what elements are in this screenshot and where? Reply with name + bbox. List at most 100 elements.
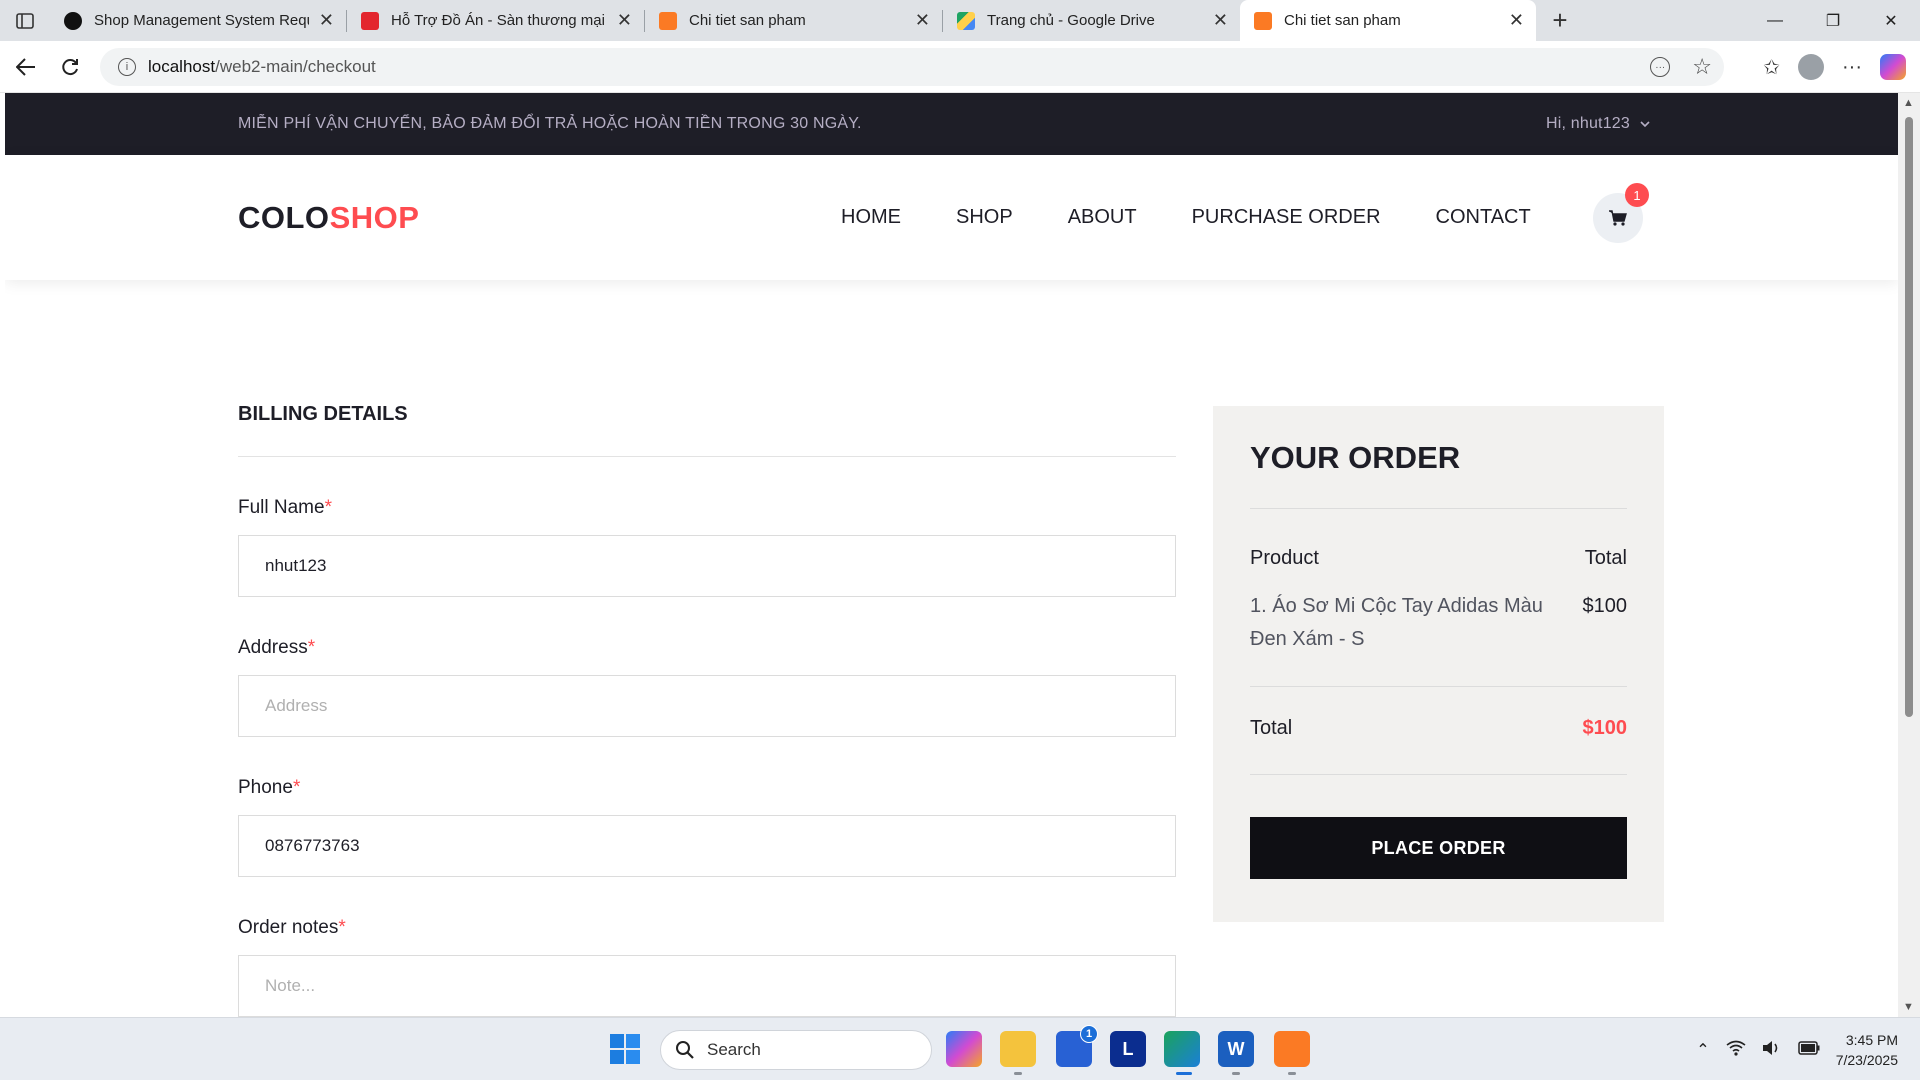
copilot-app-icon[interactable] (946, 1031, 982, 1067)
input-placeholder: Note... (265, 976, 316, 995)
shopping-cart-icon (1609, 210, 1627, 226)
edge-browser-icon[interactable] (1164, 1031, 1200, 1067)
nav-purchase-order[interactable]: PURCHASE ORDER (1192, 206, 1381, 229)
search-icon (676, 1041, 694, 1059)
order-notes-input[interactable]: Note... (238, 955, 1176, 1017)
volume-icon[interactable] (1762, 1040, 1782, 1060)
input-value: nhut123 (265, 556, 327, 575)
close-tab-icon[interactable]: ✕ (1213, 10, 1228, 31)
user-menu[interactable]: Hi, nhut123 (1546, 115, 1650, 133)
profile-avatar-icon[interactable] (1798, 54, 1825, 80)
url-path: /web2-main/checkout (215, 57, 376, 76)
order-notes-label: Order notes* (238, 917, 1176, 939)
logo-text-colo: COLO (238, 199, 330, 235)
scrollbar-thumb[interactable] (1905, 117, 1913, 717)
copilot-icon[interactable] (1880, 54, 1906, 80)
battery-icon[interactable] (1797, 1040, 1820, 1059)
browser-tab-active[interactable]: Chi tiet san pham ✕ (1240, 0, 1536, 41)
full-name-input[interactable]: nhut123 (238, 535, 1176, 597)
file-explorer-icon[interactable] (1000, 1031, 1036, 1067)
chevron-up-icon[interactable]: ⌃ (1696, 1040, 1709, 1060)
site-logo[interactable]: COLOSHOP (238, 200, 419, 236)
browser-tab[interactable]: Shop Management System Requi ✕ (50, 0, 346, 41)
reload-icon[interactable] (48, 47, 92, 87)
order-item-price: $100 (1582, 595, 1628, 617)
browser-tab[interactable]: Hỗ Trợ Đồ Án - Sàn thương mại b ✕ (347, 0, 644, 41)
browser-toolbar: i localhost/web2-main/checkout ··· ☆ ✩ ·… (0, 41, 1920, 93)
wifi-icon[interactable] (1726, 1040, 1746, 1060)
tab-favicon-icon (361, 11, 379, 30)
new-tab-icon[interactable]: + (1540, 5, 1580, 36)
input-placeholder: Address (265, 696, 328, 715)
place-order-button[interactable]: PLACE ORDER (1250, 817, 1627, 879)
restore-icon[interactable]: ❐ (1804, 0, 1862, 41)
logo-text-shop: SHOP (329, 199, 420, 235)
site-info-icon[interactable]: i (118, 58, 136, 76)
order-total-value: $100 (1582, 717, 1628, 739)
billing-title: BILLING DETAILS (238, 403, 1176, 457)
favorites-icon[interactable]: ✩ (1763, 55, 1780, 80)
tab-title: Hỗ Trợ Đồ Án - Sàn thương mại b (391, 12, 607, 29)
tab-title: Shop Management System Requi (94, 12, 309, 29)
address-bar[interactable]: i localhost/web2-main/checkout ··· ☆ (100, 48, 1724, 86)
clock-time: 3:45 PM (1845, 1031, 1898, 1048)
more-menu-icon[interactable]: ··· (1842, 56, 1862, 79)
order-title: YOUR ORDER (1250, 440, 1627, 509)
main-navigation: COLOSHOP HOME SHOP ABOUT PURCHASE ORDER … (5, 155, 1898, 280)
windows-start-icon[interactable] (610, 1034, 640, 1069)
xampp-icon[interactable] (1274, 1031, 1310, 1067)
l-app-label: L (1122, 1038, 1134, 1059)
browser-tab[interactable]: Chi tiet san pham ✕ (645, 0, 942, 41)
scroll-up-icon[interactable]: ▲ (1903, 97, 1914, 109)
close-tab-icon[interactable]: ✕ (319, 10, 334, 31)
address-label: Address* (238, 637, 1176, 659)
close-window-icon[interactable]: ✕ (1862, 0, 1920, 41)
google-drive-icon (957, 11, 975, 30)
cart-button[interactable]: 1 (1593, 183, 1649, 243)
order-item-row: 1. Áo Sơ Mi Cộc Tay Adidas Màu Đen Xám -… (1250, 590, 1627, 687)
microsoft-store-icon[interactable]: 1 (1056, 1025, 1098, 1067)
close-tab-icon[interactable]: ✕ (617, 10, 632, 31)
tab-favicon-icon (659, 11, 677, 30)
store-badge: 1 (1080, 1025, 1098, 1043)
tab-actions-icon[interactable] (0, 0, 50, 41)
nav-about[interactable]: ABOUT (1068, 206, 1137, 229)
billing-details-form: BILLING DETAILS Full Name* nhut123 Addre… (238, 403, 1176, 1017)
required-mark: * (324, 497, 332, 518)
order-header-row: Product Total (1250, 547, 1627, 570)
field-label-text: Order notes (238, 917, 339, 938)
nav-menu: HOME SHOP ABOUT PURCHASE ORDER CONTACT (841, 206, 1531, 229)
browser-tab-strip: Shop Management System Requi ✕ Hỗ Trợ Đồ… (0, 0, 1920, 41)
page-scrollbar[interactable]: ▲ ▼ (1898, 93, 1920, 1017)
tab-title: Chi tiet san pham (689, 12, 806, 29)
scroll-down-icon[interactable]: ▼ (1903, 1001, 1914, 1013)
nav-home[interactable]: HOME (841, 206, 901, 229)
field-label-text: Address (238, 637, 308, 658)
full-name-label: Full Name* (238, 497, 1176, 519)
field-label-text: Full Name (238, 497, 325, 518)
l-app-icon[interactable]: L (1110, 1031, 1146, 1067)
back-arrow-icon[interactable] (4, 47, 48, 87)
phone-input[interactable]: 0876773763 (238, 815, 1176, 877)
close-tab-icon[interactable]: ✕ (915, 10, 930, 31)
minimize-icon[interactable]: — (1746, 0, 1804, 41)
favorite-star-icon[interactable]: ☆ (1692, 54, 1712, 80)
nav-contact[interactable]: CONTACT (1436, 206, 1531, 229)
taskbar-search-box[interactable]: Search (660, 1030, 932, 1070)
system-clock[interactable]: 3:45 PM 7/23/2025 (1836, 1030, 1898, 1070)
product-column-header: Product (1250, 547, 1319, 569)
read-aloud-icon[interactable]: ··· (1650, 57, 1671, 77)
nav-shop[interactable]: SHOP (956, 206, 1013, 229)
tab-favicon-icon (64, 11, 82, 30)
order-item-name: 1. Áo Sơ Mi Cộc Tay Adidas Màu Đen Xám -… (1250, 595, 1543, 650)
order-summary: YOUR ORDER Product Total 1. Áo Sơ Mi Cộc… (1213, 406, 1664, 922)
page-viewport: MIỄN PHÍ VẬN CHUYỂN, BẢO ĐẢM ĐỔI TRẢ HOẶ… (5, 93, 1898, 1017)
total-column-header: Total (1584, 547, 1627, 569)
browser-tab[interactable]: Trang chủ - Google Drive ✕ (943, 0, 1240, 41)
microsoft-word-icon[interactable]: W (1218, 1031, 1254, 1067)
close-tab-icon[interactable]: ✕ (1509, 10, 1524, 31)
search-placeholder: Search (707, 1040, 761, 1059)
field-label-text: Phone (238, 777, 293, 798)
phone-label: Phone* (238, 777, 1176, 799)
address-input[interactable]: Address (238, 675, 1176, 737)
